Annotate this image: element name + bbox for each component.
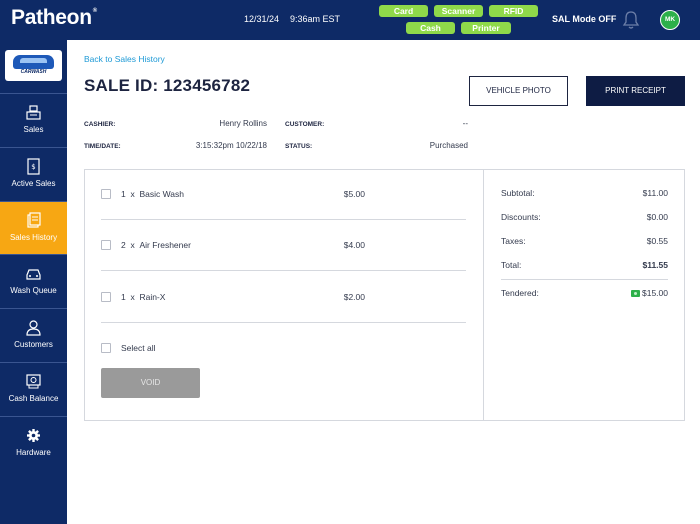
line-item: 1 x Basic Wash — [121, 189, 185, 199]
total-value: $11.55 — [642, 260, 668, 270]
avatar[interactable]: MK — [660, 10, 680, 30]
status-label: STATUS: — [285, 143, 313, 150]
print-receipt-button[interactable]: PRINT RECEIPT — [586, 76, 685, 106]
item-checkbox[interactable] — [101, 240, 111, 250]
car-icon — [25, 265, 42, 282]
sidebar-item-label: Customers — [14, 340, 53, 349]
time-date-label: TIME/DATE: — [84, 143, 121, 150]
sidebar-item-label: Wash Queue — [10, 286, 57, 295]
sidebar-item-hardware[interactable]: Hardware — [0, 416, 67, 469]
vehicle-photo-button[interactable]: VEHICLE PHOTO — [469, 76, 568, 106]
customer-label: CUSTOMER: — [285, 121, 325, 128]
header-time: 9:36am EST — [290, 14, 341, 24]
status-pill-cash[interactable]: Cash — [406, 22, 455, 34]
sidebar-item-label: Hardware — [16, 448, 51, 457]
void-button[interactable]: VOID — [101, 368, 200, 398]
bell-icon[interactable] — [622, 10, 640, 30]
cashier-label: CASHIER: — [84, 121, 116, 128]
svg-text:$: $ — [31, 163, 35, 171]
sidebar: CARWASH Sales $ Active Sales Sales Histo… — [0, 40, 67, 524]
sidebar-item-label: Sales — [23, 125, 44, 134]
cash-register-icon — [25, 373, 42, 390]
carwash-logo: CARWASH — [5, 50, 62, 81]
sal-mode-toggle[interactable]: SAL Mode OFF — [552, 14, 616, 24]
status-pill-card[interactable]: Card — [379, 5, 428, 17]
tendered-value: $15.00 — [600, 288, 668, 298]
line-item-price: $5.00 — [343, 189, 365, 199]
sidebar-item-cash-balance[interactable]: Cash Balance — [0, 362, 67, 415]
gear-icon — [25, 427, 42, 444]
subtotal-label: Subtotal: — [501, 188, 535, 198]
status-pill-scanner[interactable]: Scanner — [434, 5, 483, 17]
app-logo[interactable]: Patheon® — [11, 6, 97, 30]
line-item-price: $2.00 — [343, 292, 365, 302]
status-pill-rfid[interactable]: RFID — [489, 5, 538, 17]
receipt-icon: $ — [25, 158, 42, 175]
sidebar-item-sales-history[interactable]: Sales History — [0, 201, 67, 254]
top-bar: Patheon® 12/31/24 9:36am EST Card Scanne… — [0, 0, 700, 40]
subtotal-value: $11.00 — [642, 188, 668, 198]
sidebar-item-wash-queue[interactable]: Wash Queue — [0, 254, 67, 307]
tendered-label: Tendered: — [501, 288, 539, 298]
sidebar-item-label: Active Sales — [11, 179, 56, 188]
sidebar-item-label: Cash Balance — [8, 394, 59, 403]
user-icon — [25, 319, 42, 336]
line-item: 1 x Rain-X — [121, 292, 166, 302]
line-item: 2 x Air Freshener — [121, 240, 191, 250]
line-item-price: $4.00 — [343, 240, 365, 250]
item-checkbox[interactable] — [101, 292, 111, 302]
page-title: SALE ID: 123456782 — [84, 76, 251, 95]
taxes-label: Taxes: — [501, 236, 526, 246]
sidebar-item-active-sales[interactable]: $ Active Sales — [0, 147, 67, 200]
select-all-checkbox[interactable] — [101, 343, 111, 353]
cash-icon — [631, 290, 640, 297]
sidebar-item-sales[interactable]: Sales — [0, 93, 67, 146]
history-icon — [25, 212, 42, 229]
taxes-value: $0.55 — [646, 236, 668, 246]
cashier-value: Henry Rollins — [219, 119, 267, 128]
sidebar-item-label: Sales History — [9, 233, 58, 242]
time-date-value: 3:15:32pm 10/22/18 — [195, 141, 267, 150]
discounts-label: Discounts: — [501, 212, 541, 222]
register-icon — [25, 104, 42, 121]
customer-value: -- — [462, 119, 468, 128]
back-to-sales-history-link[interactable]: Back to Sales History — [84, 54, 165, 64]
panel-divider — [483, 169, 484, 421]
header-date: 12/31/24 — [244, 14, 280, 24]
sidebar-item-customers[interactable]: Customers — [0, 308, 67, 361]
discounts-value: $0.00 — [646, 212, 668, 222]
status-pill-printer[interactable]: Printer — [461, 22, 511, 34]
select-all-label[interactable]: Select all — [121, 343, 156, 353]
total-label: Total: — [501, 260, 522, 270]
status-value: Purchased — [429, 141, 468, 150]
item-checkbox[interactable] — [101, 189, 111, 199]
